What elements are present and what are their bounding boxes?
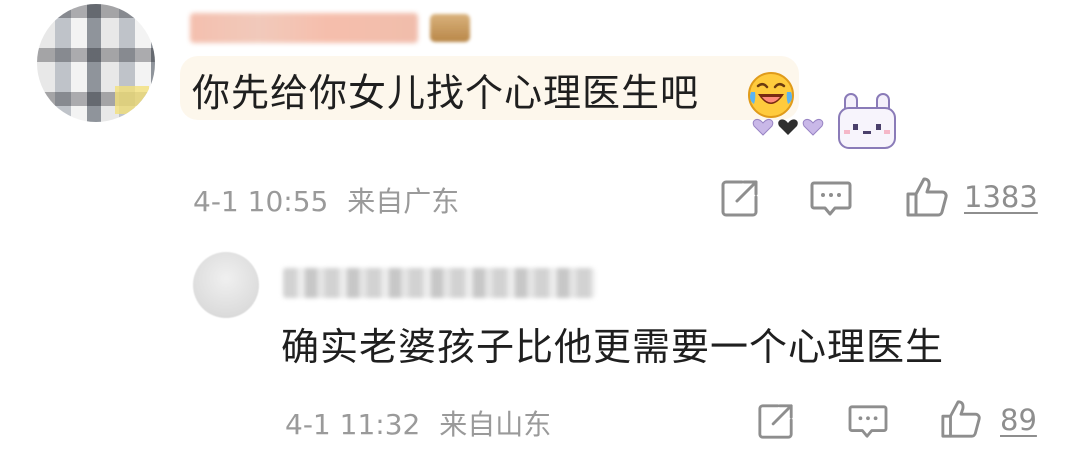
heart-icon [752, 118, 774, 136]
heart-icon [802, 118, 824, 136]
like-count[interactable]: 89 [1000, 403, 1037, 437]
timestamp: 4-1 11:32 [285, 408, 421, 441]
thumbs-up-icon[interactable] [905, 176, 949, 218]
comment-bubble: 你先给你女儿找个心理医生吧 [180, 56, 800, 120]
comment-icon[interactable] [810, 180, 852, 218]
reply-username-blurred[interactable] [283, 268, 595, 298]
location: 来自广东 [347, 185, 460, 218]
reply-text: 确实老婆孩子比他更需要一个心理医生 [281, 325, 945, 369]
share-icon[interactable] [757, 402, 795, 440]
level-badge [430, 14, 470, 42]
username-blurred[interactable] [190, 10, 470, 46]
laughing-crying-emoji-icon [748, 72, 794, 118]
hearts-decoration [752, 118, 824, 136]
share-icon[interactable] [720, 178, 760, 218]
comment-text: 你先给你女儿找个心理医生吧 [192, 71, 700, 115]
avatar[interactable] [37, 4, 155, 122]
username-placeholder [190, 13, 418, 43]
location: 来自山东 [439, 408, 552, 441]
comment-meta: 4-1 10:55 来自广东 [193, 180, 459, 220]
heart-icon [778, 119, 798, 135]
comment-thread: 你先给你女儿找个心理医生吧 4-1 10:55 来自广东 1383 确实老婆孩子… [0, 0, 1080, 453]
reply-meta: 4-1 11:32 来自山东 [285, 403, 551, 443]
like-count[interactable]: 1383 [964, 180, 1038, 214]
thumbs-up-icon[interactable] [940, 398, 982, 440]
comment-icon[interactable] [848, 404, 888, 440]
timestamp: 4-1 10:55 [193, 185, 329, 218]
reply-avatar[interactable] [193, 252, 259, 318]
bunny-sticker-icon [838, 93, 896, 149]
